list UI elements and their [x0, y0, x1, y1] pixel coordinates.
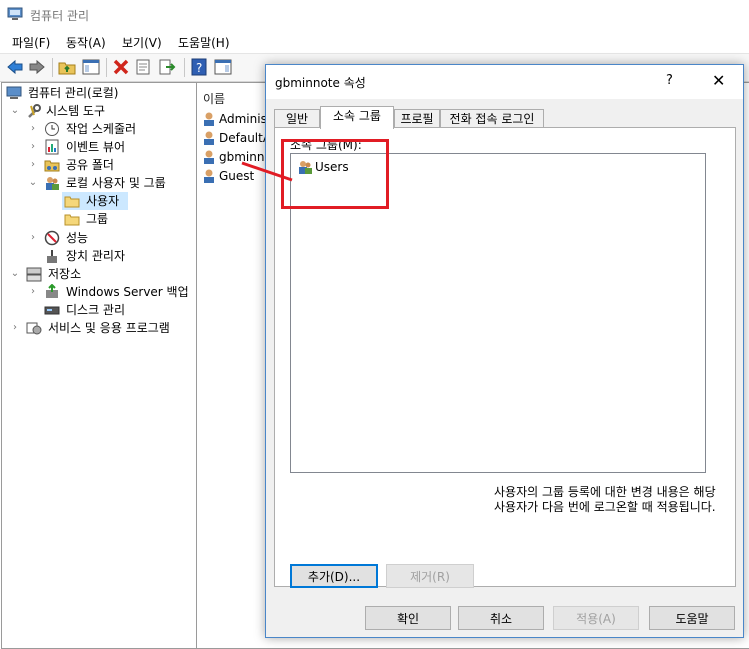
user-icon	[201, 111, 217, 127]
annotation-highlight-box	[281, 139, 389, 209]
list-item-label: Guest	[219, 169, 255, 183]
column-header-name[interactable]: 이름	[203, 90, 225, 107]
chevron-right-icon[interactable]: ›	[28, 124, 38, 134]
up-folder-icon[interactable]	[58, 58, 76, 76]
add-button[interactable]: 추가(D)...	[290, 564, 378, 588]
tree-label: 저장소	[48, 267, 82, 281]
tree-label: 그룹	[86, 212, 109, 226]
toolbar-separator	[52, 58, 53, 77]
shared-folder-icon	[44, 157, 60, 173]
properties-icon[interactable]	[134, 58, 152, 76]
user-icon	[201, 168, 217, 184]
tab-general[interactable]: 일반	[274, 109, 320, 128]
apply-button[interactable]: 적용(A)	[553, 606, 639, 630]
chevron-right-icon[interactable]: ›	[28, 287, 38, 297]
menu-bar: 파일(F) 동작(A) 보기(V) 도움말(H)	[0, 30, 749, 52]
tree-label: 사용자	[86, 194, 120, 208]
performance-icon	[44, 230, 60, 246]
tree-label: 시스템 도구	[46, 104, 106, 118]
tree-label: 서비스 및 응용 프로그램	[48, 321, 170, 335]
list-item-label: gbminno	[219, 150, 272, 164]
tree-label: 컴퓨터 관리(로컬)	[28, 86, 119, 100]
users-group-icon	[44, 175, 60, 191]
help-icon[interactable]: ?	[666, 73, 673, 88]
tree-label: 공유 폴더	[66, 158, 114, 172]
help-button[interactable]: 도움말	[649, 606, 735, 630]
tab-dial-in[interactable]: 전화 접속 로그인	[440, 109, 544, 128]
chevron-down-icon[interactable]: ⌄	[10, 269, 20, 279]
chevron-right-icon[interactable]: ›	[10, 323, 20, 333]
window-title: 컴퓨터 관리	[30, 9, 90, 23]
menu-view[interactable]: 보기(V)	[122, 34, 162, 51]
backup-icon	[44, 283, 60, 300]
user-icon	[201, 149, 217, 165]
storage-icon	[26, 266, 42, 282]
chevron-right-icon[interactable]: ›	[28, 160, 38, 170]
user-icon	[201, 130, 217, 146]
list-item-label: DefaultA	[219, 131, 272, 145]
menu-file[interactable]: 파일(F)	[12, 34, 50, 51]
menu-help[interactable]: 도움말(H)	[178, 34, 230, 51]
export-list-icon[interactable]	[158, 58, 176, 76]
delete-icon[interactable]	[112, 58, 130, 76]
dialog-title-bar: gbminnote 속성 ? ✕	[266, 65, 743, 99]
cancel-button[interactable]: 취소	[458, 606, 544, 630]
computer-management-icon	[6, 85, 22, 101]
computer-management-icon	[7, 7, 23, 21]
close-icon[interactable]: ✕	[712, 71, 725, 90]
tools-icon	[26, 103, 42, 119]
console-tree[interactable]: 컴퓨터 관리(로컬) ⌄ 시스템 도구 › 작업 스케줄러 › 이벤트 뷰어 ›…	[1, 82, 197, 649]
chevron-down-icon[interactable]: ⌄	[10, 106, 20, 116]
chevron-down-icon[interactable]: ⌄	[28, 178, 38, 188]
tree-item-users[interactable]: 사용자	[62, 192, 128, 210]
disk-icon	[44, 302, 60, 318]
device-manager-icon	[44, 248, 60, 264]
event-viewer-icon	[44, 139, 60, 155]
services-icon	[26, 320, 42, 336]
tree-label: 이벤트 뷰어	[66, 140, 126, 154]
title-bar: 컴퓨터 관리	[0, 0, 749, 30]
tab-profile[interactable]: 프로필	[394, 109, 440, 128]
chevron-right-icon[interactable]: ›	[28, 233, 38, 243]
tree-label: 성능	[66, 231, 89, 245]
action-pane-icon[interactable]	[214, 58, 232, 76]
membership-change-note: 사용자의 그룹 등록에 대한 변경 내용은 해당 사용자가 다음 번에 로그온할…	[494, 485, 716, 514]
menu-action[interactable]: 동작(A)	[66, 34, 106, 51]
chevron-right-icon[interactable]: ›	[28, 142, 38, 152]
folder-icon	[64, 193, 80, 209]
clock-icon	[44, 121, 60, 137]
tree-label: 장치 관리자	[66, 249, 126, 263]
list-item-label: Administ	[219, 112, 272, 126]
help-book-icon[interactable]: ?	[190, 58, 208, 76]
tree-label: Windows Server 백업	[66, 285, 189, 299]
dialog-title: gbminnote 속성	[275, 76, 366, 90]
show-hide-tree-icon[interactable]	[82, 58, 100, 76]
back-arrow-icon[interactable]	[6, 58, 24, 76]
tree-label: 로컬 사용자 및 그룹	[66, 176, 166, 190]
folder-icon	[64, 211, 80, 227]
toolbar-separator	[106, 58, 107, 77]
tree-label: 디스크 관리	[66, 303, 126, 317]
ok-button[interactable]: 확인	[365, 606, 451, 630]
tree-label: 작업 스케줄러	[66, 122, 137, 136]
toolbar-separator	[184, 58, 185, 77]
svg-text:?: ?	[196, 61, 202, 75]
remove-button[interactable]: 제거(R)	[386, 564, 474, 588]
forward-arrow-icon[interactable]	[28, 58, 46, 76]
tab-member-of[interactable]: 소속 그룹	[320, 106, 394, 129]
